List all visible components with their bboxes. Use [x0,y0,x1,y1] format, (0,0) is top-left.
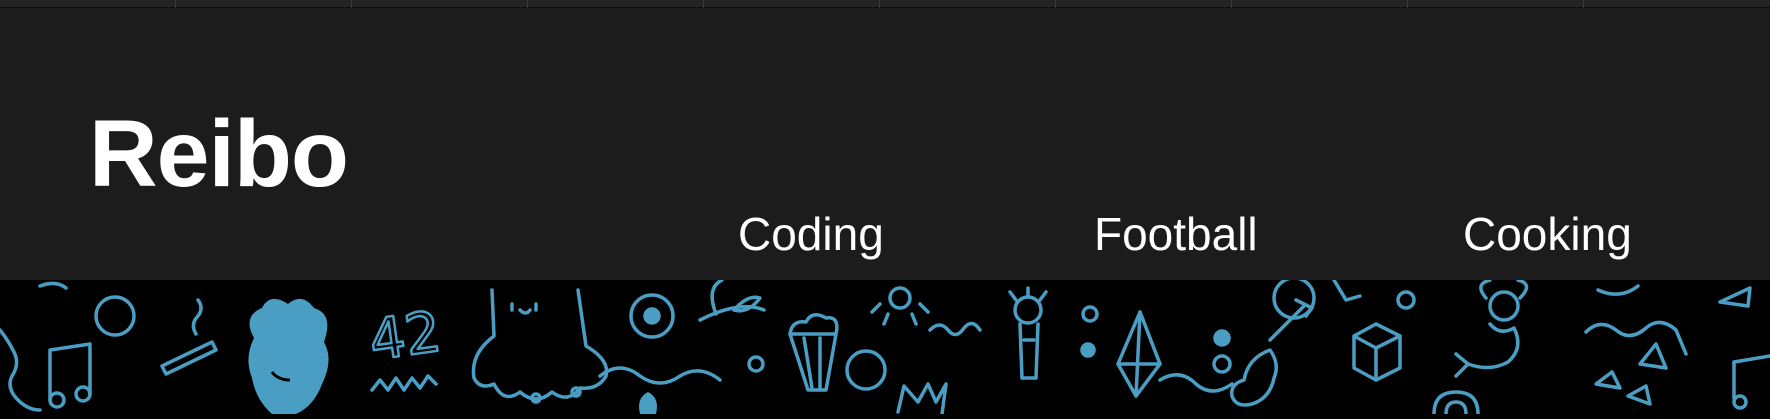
ring-icon [845,349,887,391]
dot-icon [1081,305,1099,323]
squiggle-icon [0,328,42,412]
squiggle-icon [1584,320,1688,356]
wave-icon [598,366,722,385]
wave-icon [1158,373,1234,393]
arc-icon [1596,284,1640,296]
ruler-tick [1583,0,1584,8]
music-note-icon [48,342,92,409]
crystal-icon [1116,310,1162,398]
popcorn-icon [788,313,839,392]
flag-icon [1332,278,1362,302]
pineapple-icon [639,392,657,414]
dot-icon [1213,329,1231,347]
wave-icon [928,321,982,337]
ruler-tick [1055,0,1056,8]
arc-icon [38,281,68,290]
figure-icon [1008,286,1048,380]
dot-icon [1396,290,1416,310]
site-brand[interactable]: Reibo [89,98,349,210]
zigzag-icon [370,374,438,392]
monster-icon [471,288,609,404]
top-ruler [0,0,1770,8]
mermaid-icon [1454,278,1529,378]
nav-link-coding[interactable]: Coding [738,204,884,264]
crown-icon [896,382,948,416]
cube-icon [1352,322,1402,382]
ruler-tick [879,0,880,8]
number-42-text: 42 [365,300,445,374]
doodle-pattern-banner: 42 [0,276,1770,416]
face-icon [248,298,329,414]
ruler-tick [351,0,352,8]
main-nav: Coding Football Cooking [0,204,1770,264]
spiral-icon [1432,390,1480,416]
target-icon [629,293,675,339]
site-header: Reibo Coding Football Cooking [0,8,1770,280]
doodle-pattern: 42 [0,276,1770,416]
ruler-tick [527,0,528,8]
music-note-icon [1732,354,1770,410]
dot-icon [1080,342,1096,358]
dot-icon [1212,354,1232,374]
ruler-tick [175,0,176,8]
nav-link-cooking[interactable]: Cooking [1463,204,1632,264]
triangle-icon [1718,286,1752,308]
ruler-tick [1407,0,1408,8]
ring-icon [1272,276,1316,320]
ruler-tick [703,0,704,8]
flower-icon [870,286,930,326]
plant-icon [698,278,766,322]
triangles-icon [1594,342,1668,406]
small-ring-icon [747,355,765,373]
cigarette-icon [160,298,218,376]
ruler-tick [1231,0,1232,8]
nav-link-football[interactable]: Football [1094,204,1258,264]
ring-icon [94,295,136,337]
